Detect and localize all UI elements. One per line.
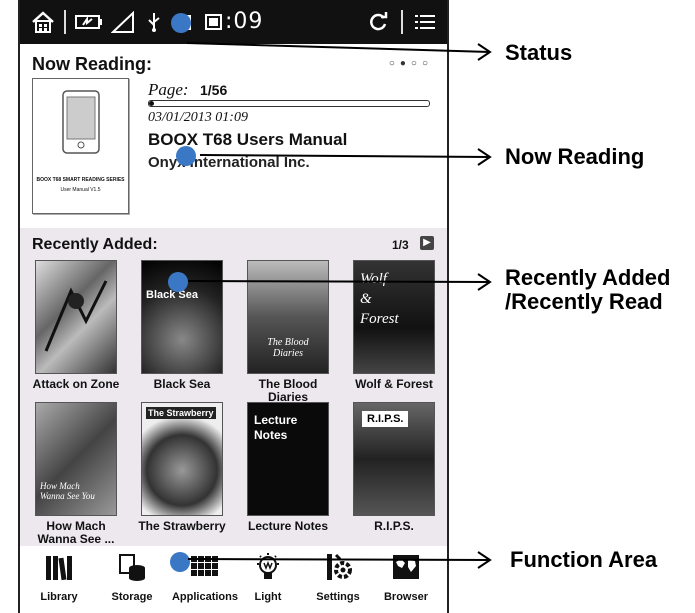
annotation-recently-line2: /Recently Read [505,289,663,314]
annotation-function-area: Function Area [510,547,658,572]
annotation-recently-line1: Recently Added [505,265,671,290]
annotation-now-reading: Now Reading [505,144,645,169]
annotation-recently: Recently Added /Recently Read [505,266,670,314]
annotation-status: Status [505,40,573,65]
